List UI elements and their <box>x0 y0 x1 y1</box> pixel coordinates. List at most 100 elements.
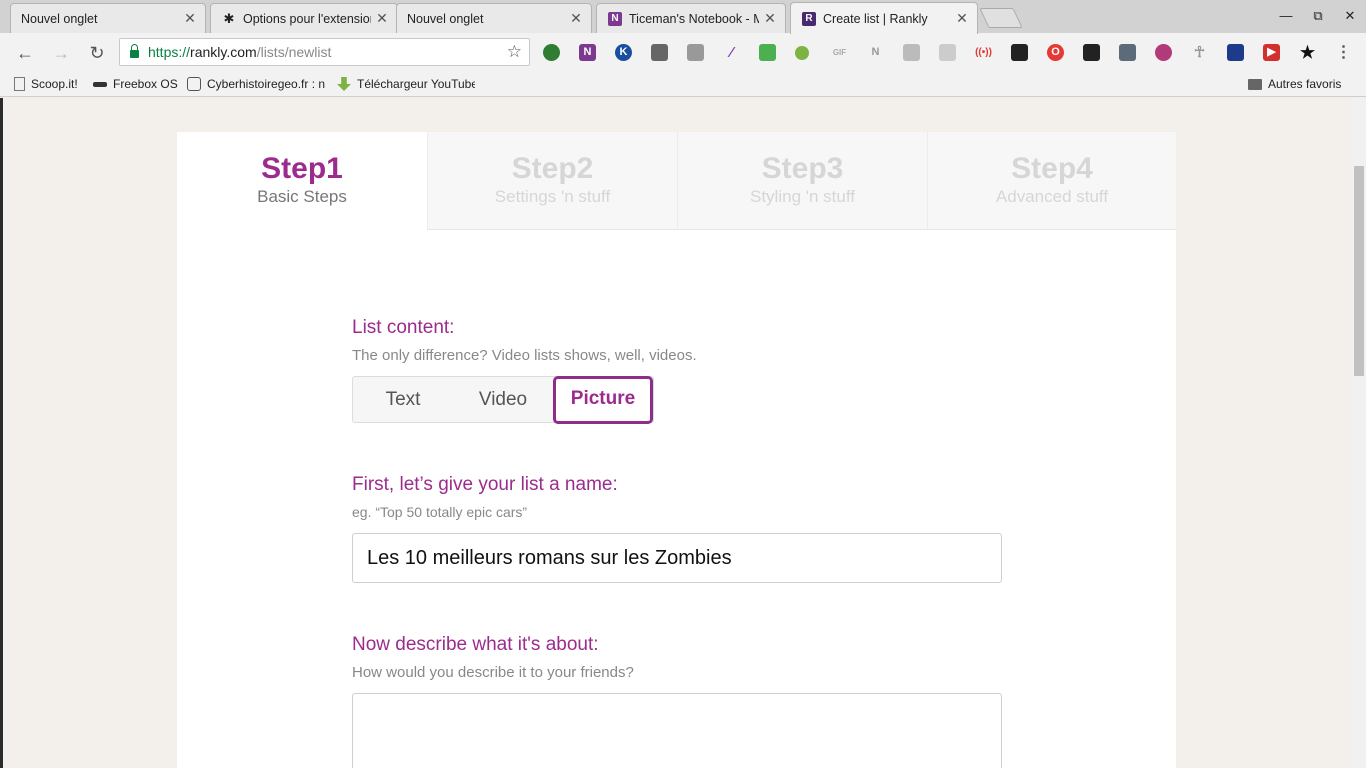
tab-strip: Nouvel onglet ✕ ✱ Options pour l'extensi… <box>0 0 1366 34</box>
close-icon[interactable]: ✕ <box>955 10 969 27</box>
back-button[interactable]: ← <box>14 42 36 64</box>
step-subtitle: Advanced stuff <box>995 187 1109 206</box>
content-type-video-button[interactable]: Video <box>453 377 553 422</box>
tab-title: Options pour l'extension <box>243 11 371 26</box>
bookmark-label: Scoop.it! <box>31 77 78 91</box>
step-number: Step1 <box>261 152 343 185</box>
qr-code-extension-icon[interactable] <box>1083 44 1100 61</box>
bookmark-youtube-downloader[interactable]: Téléchargeur YouTube <box>337 75 475 93</box>
step-number: Step2 <box>511 152 594 185</box>
description-title: Now describe what it's about: <box>352 634 599 655</box>
ankh-extension-icon[interactable]: ☥ <box>1191 44 1208 61</box>
lock-icon <box>130 44 139 58</box>
rankly-icon: R <box>801 11 817 27</box>
feather-extension-icon[interactable]: ⁄ <box>723 44 740 61</box>
address-bar[interactable]: https:// rankly.com /lists/newlist ☆ <box>119 38 530 66</box>
qr-code-extension-icon[interactable] <box>1011 44 1028 61</box>
close-icon[interactable]: ✕ <box>763 10 777 27</box>
bookmark-label: Freebox OS <box>113 77 178 91</box>
step-tab-4[interactable]: Step4 Advanced stuff <box>927 132 1176 230</box>
onenote-extension-icon[interactable]: N <box>579 44 596 61</box>
other-bookmarks[interactable]: Autres favoris <box>1248 75 1358 93</box>
browser-toolbar: ← → ↻ https:// rankly.com /lists/newlist… <box>0 33 1366 71</box>
video-extension-icon[interactable]: ▶ <box>1263 44 1280 61</box>
extension-icon[interactable] <box>1119 44 1136 61</box>
menu-icon[interactable]: ⋮ <box>1335 44 1352 61</box>
page-icon <box>14 77 25 91</box>
list-name-title: First, let’s give your list a name: <box>352 474 618 495</box>
extension-icon[interactable] <box>543 44 560 61</box>
k-extension-icon[interactable]: K <box>615 44 632 61</box>
owl-icon <box>187 77 201 91</box>
minimize-button[interactable]: — <box>1270 6 1302 26</box>
new-tab-button[interactable] <box>979 8 1023 28</box>
extension-icon[interactable] <box>651 44 668 61</box>
forward-button[interactable]: → <box>50 42 72 64</box>
step-number: Step3 <box>761 152 844 185</box>
description-textarea[interactable] <box>352 693 1002 768</box>
tab-3[interactable]: Nouvel onglet ✕ <box>396 3 592 33</box>
tab-title: Nouvel onglet <box>407 11 484 26</box>
bookmark-star-icon[interactable]: ☆ <box>507 42 522 62</box>
list-name-input[interactable]: Les 10 meilleurs romans sur les Zombies <box>352 533 1002 583</box>
camera-extension-icon[interactable] <box>687 44 704 61</box>
star-icon: ✱ <box>223 10 235 26</box>
reload-button[interactable]: ↻ <box>86 42 108 64</box>
step-number: Step4 <box>1011 152 1093 185</box>
opera-extension-icon[interactable]: O <box>1047 44 1064 61</box>
close-icon[interactable]: ✕ <box>183 10 197 27</box>
window-close-button[interactable]: ✕ <box>1334 6 1366 26</box>
content-type-selector: Text Video Picture <box>352 376 654 424</box>
tab-1[interactable]: Nouvel onglet ✕ <box>10 3 206 33</box>
scrollbar-thumb[interactable] <box>1354 166 1364 376</box>
tab-4[interactable]: N Ticeman's Notebook - M ✕ <box>596 3 786 33</box>
onenote-icon: N <box>607 11 623 27</box>
close-icon[interactable]: ✕ <box>375 10 389 27</box>
bookmark-cyberhistoiregeo[interactable]: Cyberhistoiregeo.fr : n <box>187 75 325 93</box>
broadcast-extension-icon[interactable]: ((•)) <box>975 44 992 61</box>
download-arrow-icon <box>337 77 351 91</box>
green-dot-extension-icon[interactable] <box>795 46 809 60</box>
close-icon[interactable]: ✕ <box>569 10 583 27</box>
n-extension-icon[interactable]: N <box>867 44 884 61</box>
content-type-picture-button[interactable]: Picture <box>553 376 653 424</box>
extension-icon[interactable] <box>903 44 920 61</box>
tab-title: Ticeman's Notebook - M <box>629 11 759 26</box>
step-tab-2[interactable]: Step2 Settings 'n stuff <box>427 132 677 230</box>
gif-extension-icon[interactable]: GIF <box>831 44 848 61</box>
url-scheme: https:// <box>148 44 191 60</box>
step-subtitle: Basic Steps <box>257 187 347 206</box>
step-tab-1[interactable]: Step1 Basic Steps <box>177 132 427 230</box>
print-extension-icon[interactable] <box>759 44 776 61</box>
step-subtitle: Styling 'n stuff <box>750 187 855 206</box>
list-name-hint: eg. “Top 50 totally epic cars” <box>352 504 528 520</box>
extension-icon[interactable] <box>1227 44 1244 61</box>
vertical-scrollbar[interactable] <box>1351 98 1366 768</box>
create-list-card: Step1 Basic Steps Step2 Settings 'n stuf… <box>177 132 1176 768</box>
bookmark-scoopit[interactable]: Scoop.it! <box>14 75 86 93</box>
step-tabs: Step1 Basic Steps Step2 Settings 'n stuf… <box>177 132 1176 230</box>
rss-extension-icon[interactable] <box>939 44 956 61</box>
other-bookmarks-label: Autres favoris <box>1268 77 1342 91</box>
tab-5-active[interactable]: R Create list | Rankly ✕ <box>790 2 978 34</box>
bookmark-freebox[interactable]: Freebox OS <box>93 75 183 93</box>
bookmark-label: Cyberhistoiregeo.fr : n <box>207 77 325 91</box>
bookmark-label: Téléchargeur YouTube <box>357 77 475 91</box>
restore-button[interactable]: ⧉ <box>1302 6 1334 26</box>
step-tab-3[interactable]: Step3 Styling 'n stuff <box>677 132 927 230</box>
tab-2[interactable]: ✱ Options pour l'extension ✕ <box>210 3 398 33</box>
list-content-hint: The only difference? Video lists shows, … <box>352 347 697 364</box>
extension-icon[interactable] <box>1155 44 1172 61</box>
page-content: Step1 Basic Steps Step2 Settings 'n stuf… <box>0 98 1366 768</box>
freebox-icon <box>93 81 107 87</box>
url-host: rankly.com <box>190 44 257 60</box>
url-path: /lists/newlist <box>256 44 332 60</box>
tab-title: Nouvel onglet <box>21 11 98 26</box>
list-content-title: List content: <box>352 317 455 338</box>
tab-title: Create list | Rankly <box>823 11 928 26</box>
page-edge <box>0 98 3 768</box>
star-extension-icon[interactable]: ★ <box>1299 44 1316 61</box>
content-type-text-button[interactable]: Text <box>353 377 453 422</box>
description-hint: How would you describe it to your friend… <box>352 664 634 681</box>
step-subtitle: Settings 'n stuff <box>494 187 611 206</box>
